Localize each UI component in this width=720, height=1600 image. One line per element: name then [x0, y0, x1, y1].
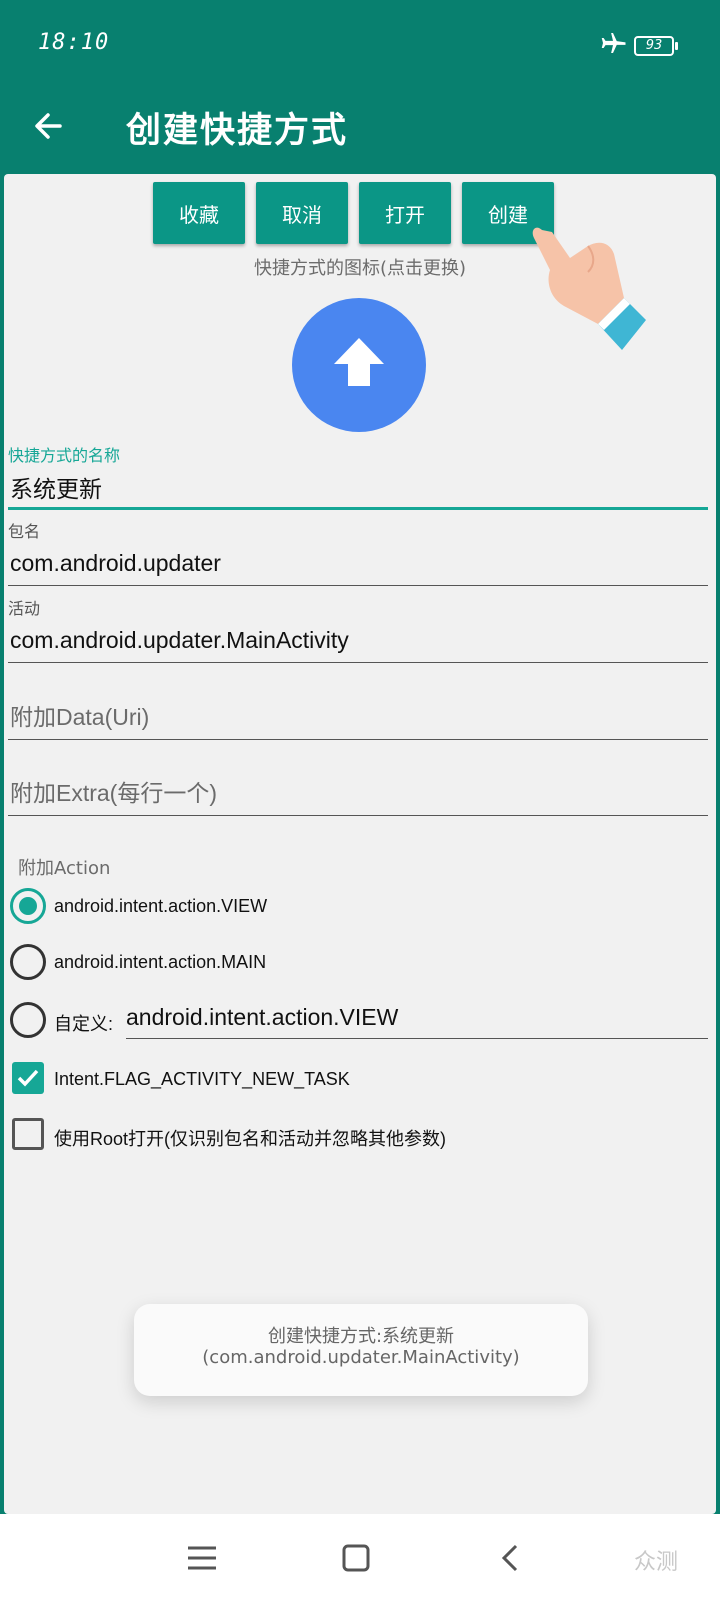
new-task-label: Intent.FLAG_ACTIVITY_NEW_TASK	[54, 1069, 350, 1089]
app-bar: 创建快捷方式	[0, 88, 720, 174]
activity-input[interactable]	[8, 619, 708, 663]
root-open-label: 使用Root打开(仅识别包名和活动并忽略其他参数)	[54, 1129, 447, 1149]
radio-action-custom-label: 自定义:	[54, 1014, 114, 1034]
radio-action-custom[interactable]	[10, 1002, 46, 1038]
page-title: 创建快捷方式	[126, 111, 349, 151]
watermark: 众测	[634, 1550, 679, 1575]
airplane-mode-icon	[600, 33, 626, 53]
arrow-up-icon	[334, 338, 384, 386]
radio-action-view[interactable]	[10, 888, 46, 924]
open-button[interactable]: 打开	[359, 182, 451, 244]
favorite-button[interactable]: 收藏	[153, 182, 245, 244]
status-time: 18:10	[38, 30, 110, 55]
toast-line-2: (com.android.updater.MainActivity)	[202, 1347, 520, 1368]
pointing-hand-icon	[532, 227, 646, 350]
toast-message: 创建快捷方式:系统更新 (com.android.updater.MainAct…	[134, 1304, 588, 1396]
extra-data-uri-input[interactable]	[8, 696, 708, 740]
extra-params-input[interactable]	[8, 772, 708, 816]
new-task-checkbox[interactable]	[12, 1062, 44, 1094]
back-arrow-icon[interactable]	[30, 106, 70, 146]
shortcut-icon-picker[interactable]	[292, 298, 426, 432]
name-label: 快捷方式的名称	[8, 446, 121, 465]
root-open-checkbox[interactable]	[12, 1118, 44, 1150]
action-section-label: 附加Action	[18, 858, 111, 879]
radio-action-main-label: android.intent.action.MAIN	[54, 952, 267, 972]
cancel-button[interactable]: 取消	[256, 182, 348, 244]
package-label: 包名	[8, 522, 41, 541]
check-icon	[17, 1069, 39, 1087]
home-icon[interactable]	[336, 1538, 376, 1578]
radio-action-view-label: android.intent.action.VIEW	[54, 896, 268, 916]
shortcut-name-input[interactable]	[8, 466, 708, 510]
status-bar: 18:10 93	[0, 0, 720, 88]
activity-label: 活动	[8, 599, 41, 618]
custom-action-input[interactable]	[126, 997, 708, 1039]
package-name-input[interactable]	[8, 542, 708, 586]
battery-level: 93	[645, 38, 663, 53]
radio-action-main[interactable]	[10, 944, 46, 980]
back-icon[interactable]	[490, 1538, 530, 1578]
system-nav-bar: 众测	[0, 1514, 720, 1600]
battery-icon: 93	[634, 36, 678, 56]
menu-icon[interactable]	[182, 1538, 222, 1578]
toast-line-1: 创建快捷方式:系统更新	[267, 1326, 455, 1347]
